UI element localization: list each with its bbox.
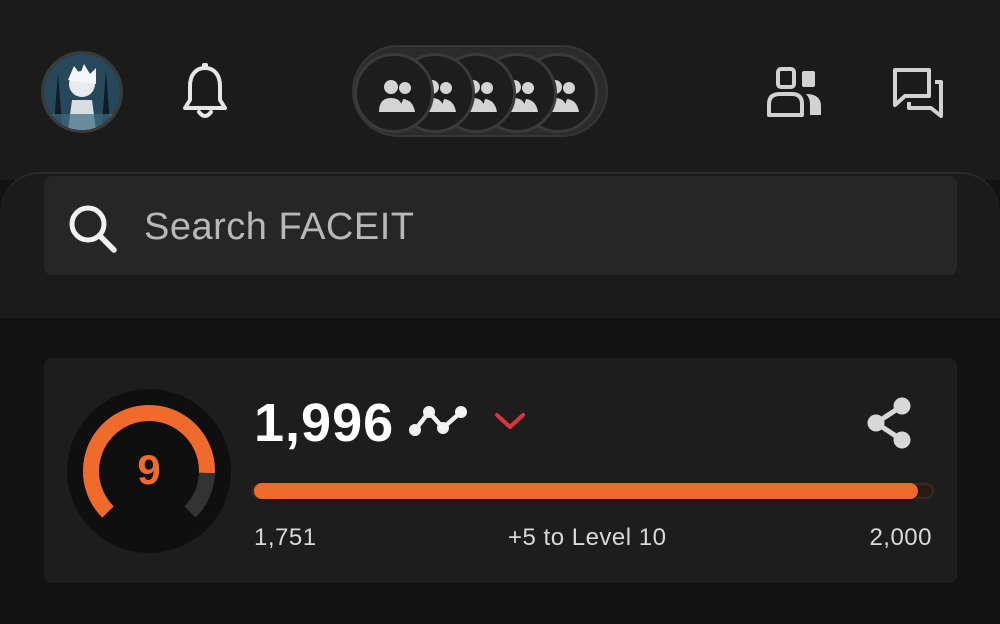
avatar[interactable]	[41, 51, 123, 133]
progress-max-label: 2,000	[869, 524, 932, 551]
share-icon[interactable]	[864, 396, 916, 450]
level-number: 9	[137, 446, 160, 493]
bell-icon[interactable]	[181, 62, 229, 122]
party-group[interactable]	[352, 45, 608, 137]
search-input[interactable]	[144, 200, 924, 254]
chevron-down-icon[interactable]	[493, 410, 527, 432]
progress-status-label: +5 to Level 10	[508, 524, 667, 551]
chat-icon[interactable]	[891, 66, 945, 120]
elo-progress-bar	[252, 483, 934, 499]
party-slot-1[interactable]	[354, 53, 434, 133]
elo-history-icon[interactable]	[407, 402, 471, 442]
progress-min-label: 1,751	[254, 524, 317, 551]
avatar-image	[44, 54, 120, 130]
search-icon[interactable]	[66, 202, 118, 254]
friends-icon[interactable]	[766, 66, 824, 118]
elo-value: 1,996	[254, 393, 395, 453]
elo-progress-fill	[254, 483, 919, 499]
party-member-icon	[379, 80, 415, 112]
level-gauge[interactable]: 9	[67, 389, 231, 553]
